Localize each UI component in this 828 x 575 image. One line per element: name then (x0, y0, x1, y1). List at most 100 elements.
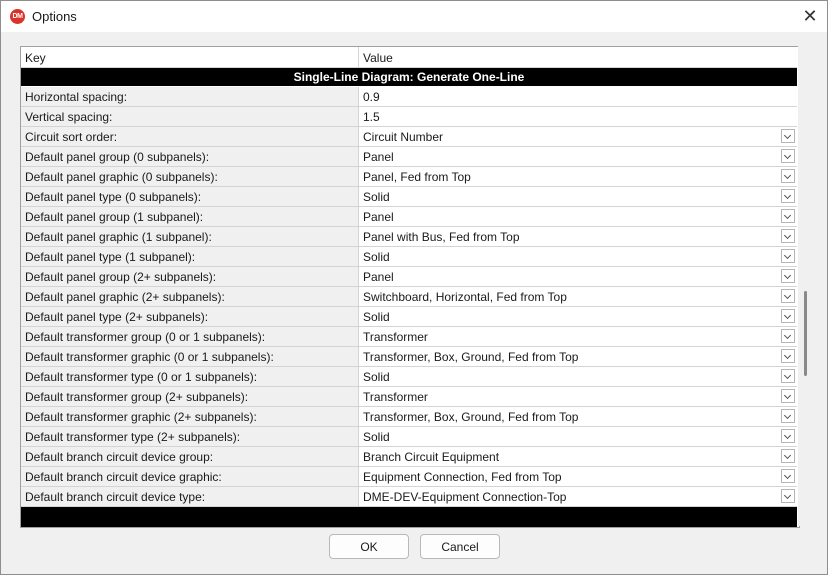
row-value-dropdown[interactable]: Solid (359, 187, 797, 206)
chevron-down-icon[interactable] (781, 329, 795, 343)
table-row[interactable]: Default panel group (0 subpanels): Panel (21, 147, 797, 167)
row-key-label: Default transformer group (0 or 1 subpan… (25, 330, 266, 344)
chevron-down-icon[interactable] (781, 389, 795, 403)
row-value-dropdown[interactable]: Circuit Number (359, 127, 797, 146)
grid-footer-bar (21, 507, 797, 527)
chevron-down-icon[interactable] (781, 129, 795, 143)
chevron-down-icon[interactable] (781, 349, 795, 363)
chevron-down-icon[interactable] (781, 189, 795, 203)
row-key-label: Default panel group (2+ subpanels): (25, 270, 217, 284)
row-value-text: Transformer (363, 390, 428, 404)
row-key-label: Default panel group (0 subpanels): (25, 150, 210, 164)
row-value-text: Panel with Bus, Fed from Top (363, 230, 520, 244)
table-row[interactable]: Default transformer type (0 or 1 subpane… (21, 367, 797, 387)
row-value-input[interactable]: 0.9 (359, 87, 797, 106)
ok-button[interactable]: OK (329, 534, 409, 559)
chevron-down-icon[interactable] (781, 229, 795, 243)
chevron-down-icon[interactable] (781, 369, 795, 383)
row-value-dropdown[interactable]: Panel (359, 207, 797, 226)
table-row[interactable]: Default transformer graphic (0 or 1 subp… (21, 347, 797, 367)
row-key-cell: Default panel type (0 subpanels): (21, 187, 359, 206)
table-row[interactable]: Default branch circuit device type: DME-D… (21, 487, 797, 507)
scrollbar-thumb[interactable] (804, 291, 807, 376)
row-key-cell: Default transformer type (2+ subpanels): (21, 427, 359, 446)
chevron-down-icon[interactable] (781, 409, 795, 423)
dialog-title: Options (32, 9, 77, 24)
row-value-dropdown[interactable]: Solid (359, 247, 797, 266)
column-header-key[interactable]: Key (21, 47, 359, 67)
table-row[interactable]: Default panel type (2+ subpanels): Solid (21, 307, 797, 327)
table-row[interactable]: Default panel type (0 subpanels): Solid (21, 187, 797, 207)
row-value-dropdown[interactable]: DME-DEV-Equipment Connection-Top (359, 487, 797, 506)
chevron-down-icon[interactable] (781, 469, 795, 483)
chevron-down-icon[interactable] (781, 449, 795, 463)
row-value-text: DME-DEV-Equipment Connection-Top (363, 490, 567, 504)
row-value-text: Solid (363, 250, 390, 264)
row-value-dropdown[interactable]: Solid (359, 427, 797, 446)
row-key-cell: Horizontal spacing: (21, 87, 359, 106)
row-value-text: 1.5 (363, 110, 380, 124)
app-logo-icon: DM (10, 9, 25, 24)
table-row[interactable]: Default panel type (1 subpanel): Solid (21, 247, 797, 267)
row-value-dropdown[interactable]: Transformer (359, 327, 797, 346)
table-row[interactable]: Default transformer type (2+ subpanels):… (21, 427, 797, 447)
chevron-down-icon[interactable] (781, 309, 795, 323)
row-key-cell: Default transformer group (2+ subpanels)… (21, 387, 359, 406)
row-key-cell: Default panel graphic (0 subpanels): (21, 167, 359, 186)
chevron-down-icon[interactable] (781, 209, 795, 223)
table-row[interactable]: Default transformer group (0 or 1 subpan… (21, 327, 797, 347)
chevron-down-icon[interactable] (781, 489, 795, 503)
row-value-dropdown[interactable]: Switchboard, Horizontal, Fed from Top (359, 287, 797, 306)
row-key-label: Default panel graphic (1 subpanel): (25, 230, 212, 244)
row-value-dropdown[interactable]: Panel with Bus, Fed from Top (359, 227, 797, 246)
chevron-down-icon[interactable] (781, 289, 795, 303)
row-value-dropdown[interactable]: Panel (359, 267, 797, 286)
row-key-cell: Default panel group (1 subpanel): (21, 207, 359, 226)
chevron-down-icon[interactable] (781, 169, 795, 183)
row-key-cell: Default panel type (1 subpanel): (21, 247, 359, 266)
row-value-dropdown[interactable]: Panel, Fed from Top (359, 167, 797, 186)
chevron-down-icon[interactable] (781, 149, 795, 163)
row-key-cell: Default branch circuit device type: (21, 487, 359, 506)
chevron-down-icon[interactable] (781, 269, 795, 283)
table-row[interactable]: Default branch circuit device group: Bran… (21, 447, 797, 467)
row-value-input[interactable]: 1.5 (359, 107, 797, 126)
table-row[interactable]: Default transformer graphic (2+ subpanel… (21, 407, 797, 427)
row-value-dropdown[interactable]: Equipment Connection, Fed from Top (359, 467, 797, 486)
row-key-label: Default branch circuit device type: (25, 490, 206, 504)
row-value-dropdown[interactable]: Panel (359, 147, 797, 166)
row-value-text: Transformer (363, 330, 428, 344)
close-button[interactable]: ✕ (797, 3, 823, 29)
row-value-text: Circuit Number (363, 130, 444, 144)
row-value-dropdown[interactable]: Solid (359, 307, 797, 326)
row-key-label: Default panel group (1 subpanel): (25, 210, 204, 224)
row-value-dropdown[interactable]: Branch Circuit Equipment (359, 447, 797, 466)
table-row[interactable]: Default transformer group (2+ subpanels)… (21, 387, 797, 407)
row-key-cell: Default transformer group (0 or 1 subpan… (21, 327, 359, 346)
row-value-dropdown[interactable]: Transformer, Box, Ground, Fed from Top (359, 407, 797, 426)
table-row[interactable]: Default panel graphic (0 subpanels): Pane… (21, 167, 797, 187)
table-row[interactable]: Default panel graphic (2+ subpanels): Swi… (21, 287, 797, 307)
column-header-value[interactable]: Value (359, 47, 797, 67)
row-key-label: Default transformer graphic (2+ subpanel… (25, 410, 257, 424)
table-row[interactable]: Vertical spacing: 1.5 (21, 107, 797, 127)
row-value-dropdown[interactable]: Transformer (359, 387, 797, 406)
table-row[interactable]: Default panel group (2+ subpanels): Panel (21, 267, 797, 287)
table-row[interactable]: Circuit sort order: Circuit Number (21, 127, 797, 147)
table-row[interactable]: Default panel graphic (1 subpanel): Panel… (21, 227, 797, 247)
options-grid: Key Value Single-Line Diagram: Generate … (20, 46, 800, 528)
row-value-text: Solid (363, 310, 390, 324)
cancel-button[interactable]: Cancel (420, 534, 500, 559)
row-value-text: Transformer, Box, Ground, Fed from Top (363, 410, 579, 424)
row-value-dropdown[interactable]: Solid (359, 367, 797, 386)
chevron-down-icon[interactable] (781, 249, 795, 263)
row-key-cell: Default transformer graphic (2+ subpanel… (21, 407, 359, 426)
vertical-scrollbar[interactable] (798, 46, 812, 526)
table-row[interactable]: Default panel group (1 subpanel): Panel (21, 207, 797, 227)
row-value-text: Panel, Fed from Top (363, 170, 471, 184)
table-row[interactable]: Horizontal spacing: 0.9 (21, 87, 797, 107)
row-value-dropdown[interactable]: Transformer, Box, Ground, Fed from Top (359, 347, 797, 366)
row-key-label: Default branch circuit device group: (25, 450, 214, 464)
chevron-down-icon[interactable] (781, 429, 795, 443)
table-row[interactable]: Default branch circuit device graphic: Eq… (21, 467, 797, 487)
